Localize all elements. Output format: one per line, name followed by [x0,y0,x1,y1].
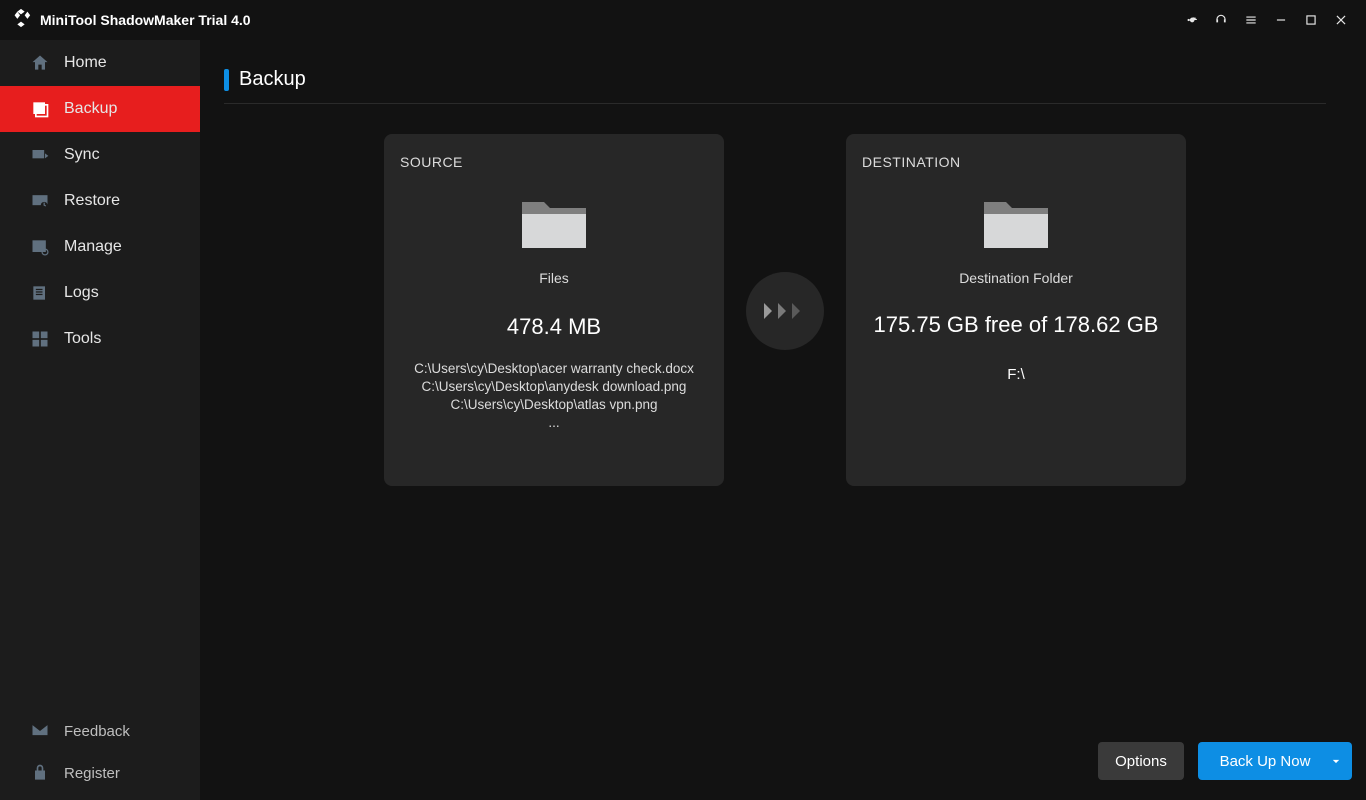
content-area: Backup SOURCE Files 478.4 MB C:\Users\cy… [200,40,1366,800]
backup-icon [30,99,50,119]
tools-icon [30,329,50,349]
options-button[interactable]: Options [1098,742,1184,780]
source-card[interactable]: SOURCE Files 478.4 MB C:\Users\cy\Deskto… [384,134,724,486]
page-title: Backup [239,68,306,91]
sidebar-footer-register[interactable]: Register [0,752,200,794]
sidebar-item-home[interactable]: Home [0,40,200,86]
home-icon [30,53,50,73]
sidebar-item-manage[interactable]: Manage [0,224,200,270]
action-bar: Options Back Up Now [1098,742,1352,780]
destination-path: F:\ [862,366,1170,383]
destination-card[interactable]: DESTINATION Destination Folder 175.75 GB… [846,134,1186,486]
sidebar-item-label: Backup [64,100,117,118]
sidebar-footer-label: Register [64,765,120,782]
destination-type: Destination Folder [862,270,1170,286]
feedback-icon [30,721,50,741]
headphones-icon[interactable] [1206,5,1236,35]
source-path: C:\Users\cy\Desktop\acer warranty check.… [400,360,708,378]
sidebar-item-logs[interactable]: Logs [0,270,200,316]
sync-icon [30,145,50,165]
backup-now-button[interactable]: Back Up Now [1198,742,1352,780]
source-path: C:\Users\cy\Desktop\anydesk download.png [400,378,708,396]
source-path: C:\Users\cy\Desktop\atlas vpn.png [400,396,708,414]
manage-icon [30,237,50,257]
folder-icon [980,190,1052,250]
close-icon[interactable] [1326,5,1356,35]
sidebar: Home Backup Sync Restore [0,40,200,800]
sidebar-footer-label: Feedback [64,723,130,740]
source-paths: C:\Users\cy\Desktop\acer warranty check.… [400,360,708,432]
maximize-icon[interactable] [1296,5,1326,35]
sidebar-item-label: Tools [64,330,101,348]
arrow-icon [746,272,824,350]
sidebar-footer-feedback[interactable]: Feedback [0,710,200,752]
page-header: Backup [224,68,1326,104]
folder-icon [518,190,590,250]
source-size: 478.4 MB [400,314,708,340]
minimize-icon[interactable] [1266,5,1296,35]
backup-now-label: Back Up Now [1220,753,1311,770]
logs-icon [30,283,50,303]
menu-icon[interactable] [1236,5,1266,35]
sidebar-item-label: Restore [64,192,120,210]
key-icon[interactable] [1176,5,1206,35]
sidebar-item-tools[interactable]: Tools [0,316,200,362]
source-type: Files [400,270,708,286]
sidebar-item-label: Home [64,54,107,72]
sidebar-item-sync[interactable]: Sync [0,132,200,178]
app-title: MiniTool ShadowMaker Trial 4.0 [40,12,251,28]
page-header-accent [224,69,229,91]
titlebar: MiniTool ShadowMaker Trial 4.0 [0,0,1366,40]
source-path: ... [400,414,708,432]
source-label: SOURCE [400,154,708,170]
sidebar-item-label: Logs [64,284,99,302]
destination-label: DESTINATION [862,154,1170,170]
chevron-down-icon [1332,753,1340,770]
sidebar-item-backup[interactable]: Backup [0,86,200,132]
app-logo-icon [10,7,32,34]
restore-icon [30,191,50,211]
destination-space: 175.75 GB free of 178.62 GB [862,312,1170,338]
sidebar-item-restore[interactable]: Restore [0,178,200,224]
sidebar-item-label: Manage [64,238,122,256]
sidebar-item-label: Sync [64,146,100,164]
register-icon [30,763,50,783]
